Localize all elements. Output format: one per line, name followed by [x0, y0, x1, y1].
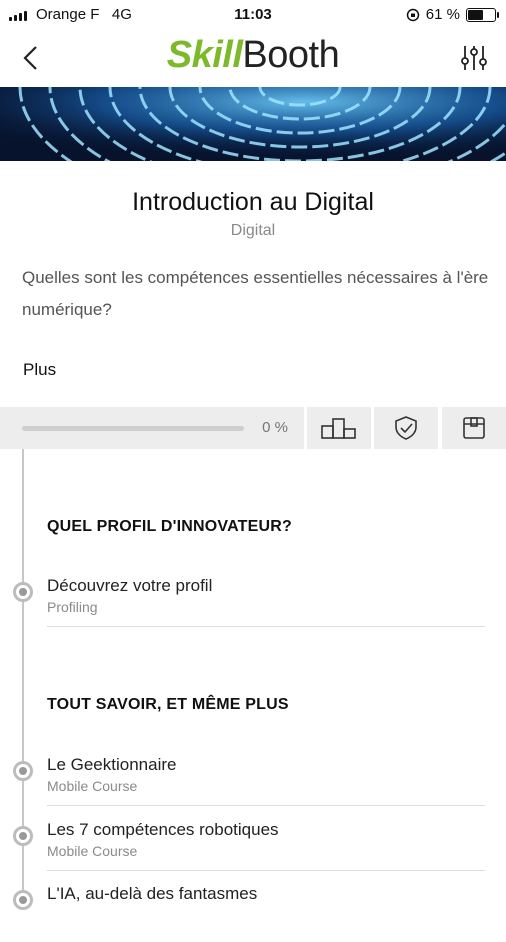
sliders-icon: [461, 46, 487, 70]
course-item-ai[interactable]: L'IA, au-delà des fantasmes: [0, 880, 506, 942]
more-button[interactable]: Plus: [23, 360, 56, 380]
course-item-title: Le Geektionnaire: [47, 755, 177, 774]
course-item-title: Les 7 compétences robotiques: [47, 820, 279, 839]
app-logo: SkillBooth: [166, 34, 340, 76]
podium-icon: [321, 418, 356, 439]
filter-button[interactable]: [456, 40, 492, 76]
battery-percent: 61 %: [425, 6, 460, 23]
progress-section: 0 %: [0, 407, 304, 449]
status-right: 61 %: [406, 6, 499, 23]
divider: [47, 626, 485, 627]
leaderboard-button[interactable]: [307, 407, 371, 449]
course-item-robotic-skills[interactable]: Les 7 compétences robotiques Mobile Cour…: [0, 816, 506, 878]
hero-fingerprint-image: [0, 87, 506, 161]
course-item-title: L'IA, au-delà des fantasmes: [47, 884, 258, 903]
progress-bar: [22, 426, 244, 431]
nav-bar: SkillBooth: [0, 30, 506, 86]
section-header: TOUT SAVOIR, ET MÊME PLUS: [47, 696, 289, 713]
box-icon: [463, 417, 485, 439]
divider: [47, 805, 485, 806]
timeline-dot-icon: [13, 582, 33, 602]
course-category: Digital: [230, 222, 276, 239]
battery-icon: [466, 7, 499, 22]
section-header: QUEL PROFIL D'INNOVATEUR?: [47, 518, 292, 535]
course-item-type: Mobile Course: [47, 778, 138, 794]
orientation-lock-icon: [406, 8, 420, 21]
timeline-dot-icon: [13, 826, 33, 846]
course-item-geektionnaire[interactable]: Le Geektionnaire Mobile Course: [0, 751, 506, 813]
action-bar: 0 %: [0, 407, 506, 449]
divider: [47, 870, 485, 871]
timeline-dot-icon: [13, 890, 33, 910]
progress-percent: 0 %: [262, 419, 288, 436]
certificate-button[interactable]: [374, 407, 438, 449]
course-item-title: Découvrez votre profil: [47, 576, 213, 595]
status-bar: Orange F 4G 11:03 61 %: [0, 0, 506, 30]
course-title: Introduction au Digital: [132, 188, 374, 216]
course-item-type: Mobile Course: [47, 843, 138, 859]
store-button[interactable]: [442, 407, 506, 449]
shield-check-icon: [395, 416, 417, 440]
course-description: Quelles sont les compétences essentielle…: [22, 268, 489, 319]
course-item-type: Profiling: [47, 599, 98, 615]
timeline-dot-icon: [13, 761, 33, 781]
course-item-profile[interactable]: Découvrez votre profil Profiling: [0, 572, 506, 634]
